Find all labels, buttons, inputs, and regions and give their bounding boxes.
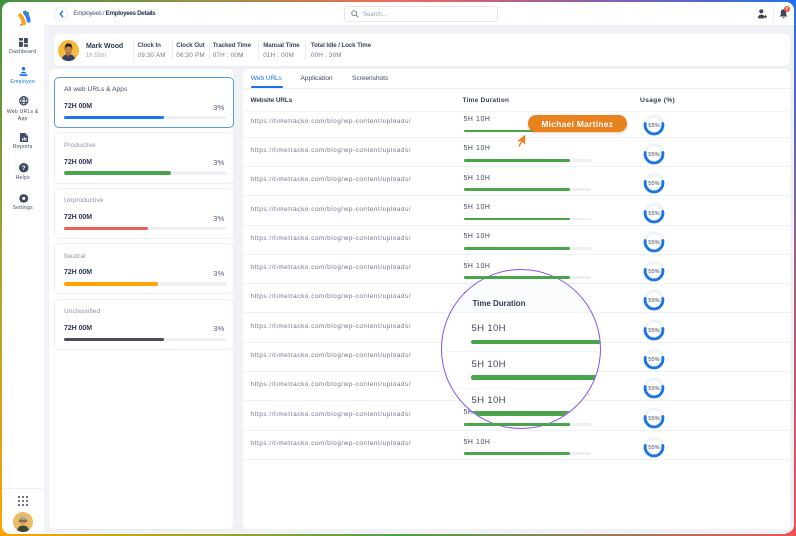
- svg-text:55%: 55%: [648, 269, 659, 275]
- svg-text:55%: 55%: [648, 298, 659, 304]
- svg-text:55%: 55%: [648, 328, 659, 334]
- svg-text:55%: 55%: [648, 152, 659, 158]
- svg-text:?: ?: [22, 165, 26, 172]
- svg-text:55%: 55%: [648, 386, 659, 392]
- svg-text:55%: 55%: [648, 123, 659, 129]
- svg-text:55%: 55%: [648, 181, 659, 187]
- svg-text:55%: 55%: [648, 445, 659, 451]
- svg-text:55%: 55%: [648, 357, 659, 363]
- svg-text:55%: 55%: [648, 416, 659, 422]
- svg-text:55%: 55%: [648, 240, 659, 246]
- svg-text:55%: 55%: [648, 211, 659, 217]
